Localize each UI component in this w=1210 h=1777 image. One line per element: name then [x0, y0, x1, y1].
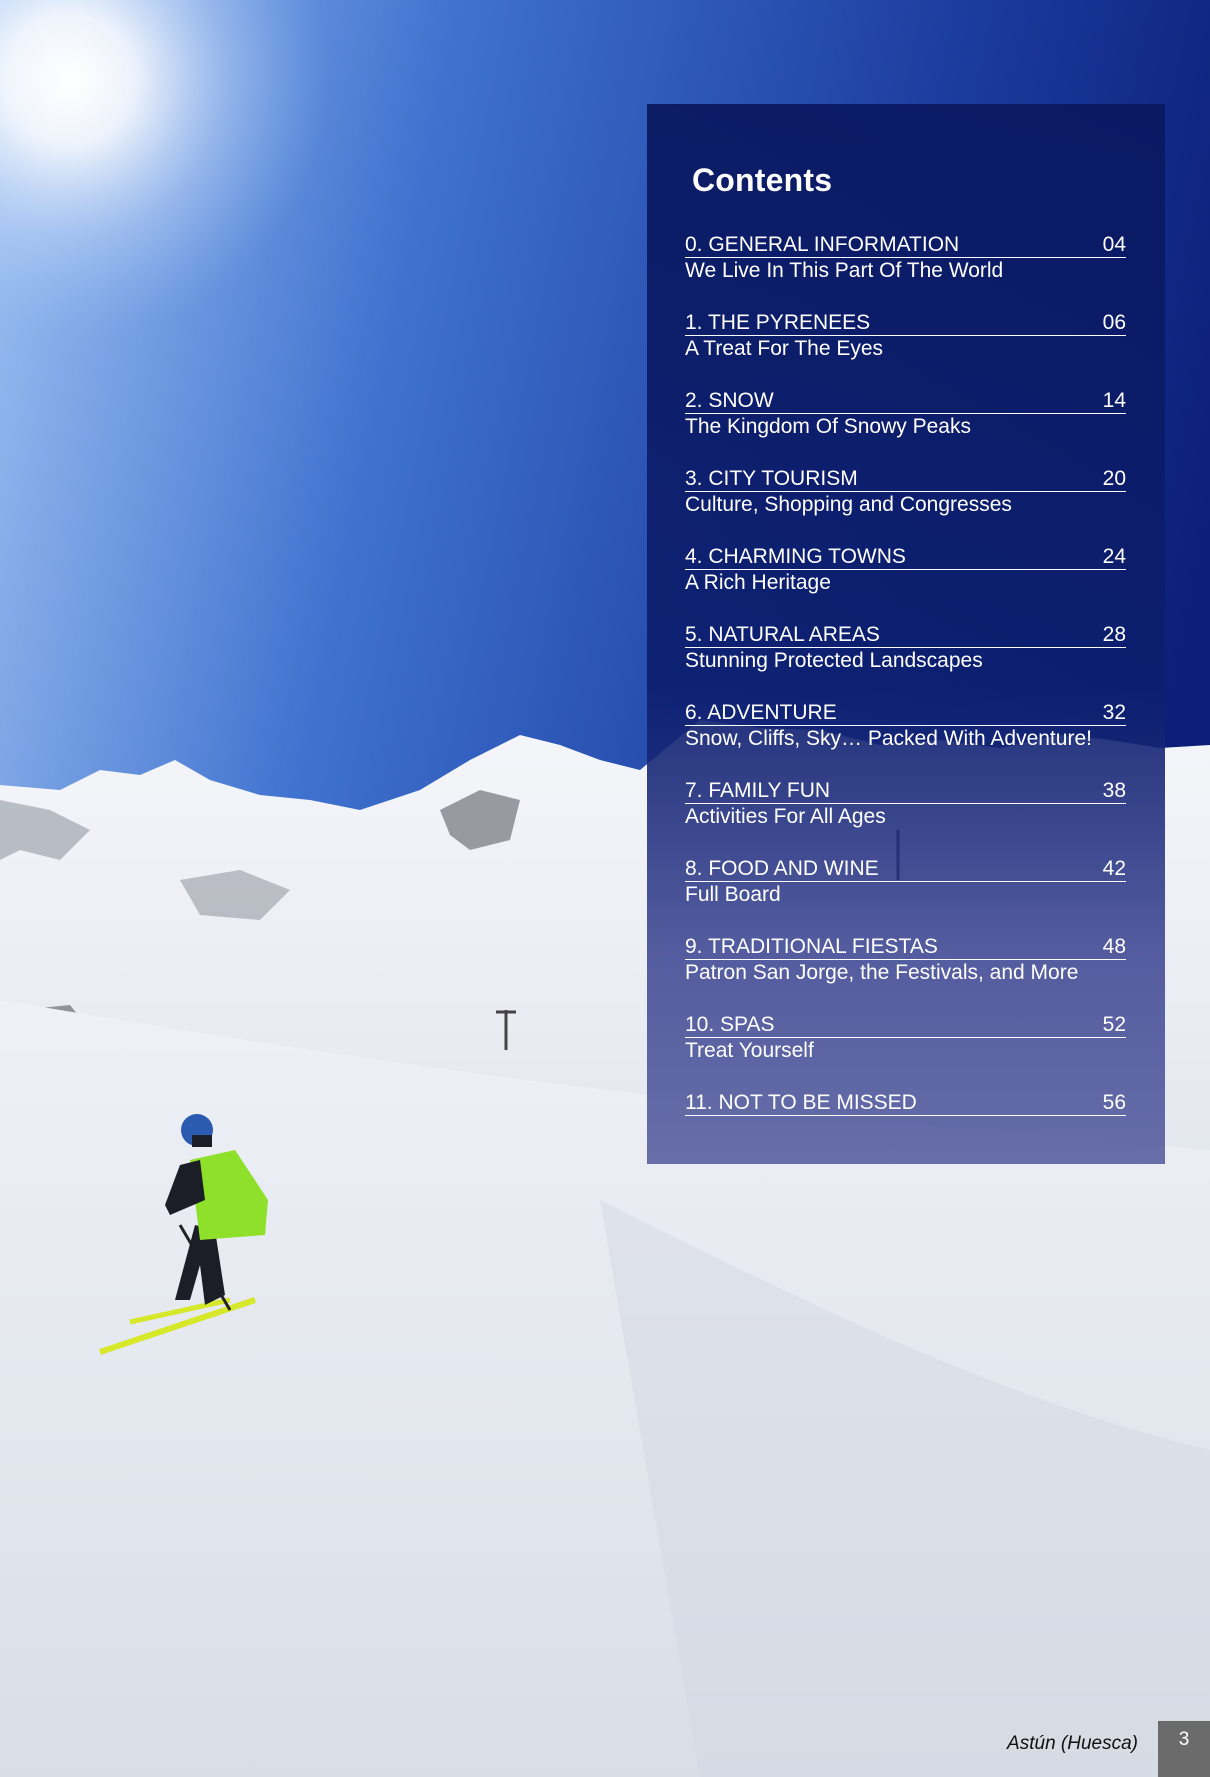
toc-entry-heading: 11. NOT TO BE MISSED: [685, 1091, 917, 1114]
contents-title: Contents: [692, 162, 833, 198]
toc-entry-heading: 8. FOOD AND WINE: [685, 857, 879, 880]
toc-entry-charming-towns[interactable]: 4. CHARMING TOWNS 24 A Rich Heritage: [685, 544, 1126, 622]
toc-entry-subtitle: Culture, Shopping and Congresses: [685, 493, 1012, 516]
toc-entry-subtitle: Patron San Jorge, the Festivals, and Mor…: [685, 961, 1079, 984]
contents-panel: Contents 0. GENERAL INFORMATION 04 We Li…: [647, 104, 1165, 1164]
toc-entry-subtitle: Snow, Cliffs, Sky… Packed With Adventure…: [685, 727, 1092, 750]
toc-entry-header: 6. ADVENTURE 32: [685, 700, 1126, 726]
toc-entry-header: 5. NATURAL AREAS 28: [685, 622, 1126, 648]
toc-entry-page: 28: [1102, 623, 1126, 646]
toc-entry-heading: 10. SPAS: [685, 1013, 775, 1036]
toc-entry-subtitle: Activities For All Ages: [685, 805, 886, 828]
toc-entry-heading: 9. TRADITIONAL FIESTAS: [685, 935, 938, 958]
toc-entry-subtitle: Stunning Protected Landscapes: [685, 649, 983, 672]
toc-entry-not-to-be-missed[interactable]: 11. NOT TO BE MISSED 56: [685, 1090, 1126, 1168]
toc-entry-page: 42: [1102, 857, 1126, 880]
toc-entry-page: 38: [1102, 779, 1126, 802]
page-number: 3: [1158, 1721, 1210, 1777]
toc-entry-family-fun[interactable]: 7. FAMILY FUN 38 Activities For All Ages: [685, 778, 1126, 856]
toc-entry-heading: 2. SNOW: [685, 389, 774, 412]
toc-entry-heading: 4. CHARMING TOWNS: [685, 545, 906, 568]
toc-entry-heading: 5. NATURAL AREAS: [685, 623, 880, 646]
toc-entry-heading: 6. ADVENTURE: [685, 701, 837, 724]
toc-entry-page: 32: [1102, 701, 1126, 724]
contents-list: 0. GENERAL INFORMATION 04 We Live In Thi…: [685, 232, 1126, 1168]
toc-entry-subtitle: A Treat For The Eyes: [685, 337, 884, 360]
toc-entry-heading: 7. FAMILY FUN: [685, 779, 831, 802]
toc-entry-page: 20: [1102, 467, 1126, 490]
toc-entry-general-information[interactable]: 0. GENERAL INFORMATION 04 We Live In Thi…: [685, 232, 1126, 310]
toc-entry-city-tourism[interactable]: 3. CITY TOURISM 20 Culture, Shopping and…: [685, 466, 1126, 544]
toc-entry-subtitle: Full Board: [685, 883, 781, 906]
toc-entry-adventure[interactable]: 6. ADVENTURE 32 Snow, Cliffs, Sky… Packe…: [685, 700, 1126, 778]
toc-entry-header: 3. CITY TOURISM 20: [685, 466, 1126, 492]
toc-entry-page: 24: [1102, 545, 1126, 568]
toc-entry-page: 48: [1102, 935, 1126, 958]
toc-entry-snow[interactable]: 2. SNOW 14 The Kingdom Of Snowy Peaks: [685, 388, 1126, 466]
toc-entry-traditional-fiestas[interactable]: 9. TRADITIONAL FIESTAS 48 Patron San Jor…: [685, 934, 1126, 1012]
toc-entry-header: 11. NOT TO BE MISSED 56: [685, 1090, 1126, 1116]
toc-entry-subtitle: Treat Yourself: [685, 1039, 814, 1062]
toc-entry-header: 10. SPAS 52: [685, 1012, 1126, 1038]
toc-entry-spas[interactable]: 10. SPAS 52 Treat Yourself: [685, 1012, 1126, 1090]
toc-entry-subtitle: A Rich Heritage: [685, 571, 831, 594]
toc-entry-header: 2. SNOW 14: [685, 388, 1126, 414]
toc-entry-page: 04: [1102, 233, 1126, 256]
toc-entry-subtitle: We Live In This Part Of The World: [685, 259, 1004, 282]
toc-entry-header: 4. CHARMING TOWNS 24: [685, 544, 1126, 570]
toc-entry-heading: 1. THE PYRENEES: [685, 311, 871, 334]
toc-entry-page: 06: [1102, 311, 1126, 334]
toc-entry-subtitle: The Kingdom Of Snowy Peaks: [685, 415, 971, 438]
toc-entry-food-and-wine[interactable]: 8. FOOD AND WINE 42 Full Board: [685, 856, 1126, 934]
toc-entry-pyrenees[interactable]: 1. THE PYRENEES 06 A Treat For The Eyes: [685, 310, 1126, 388]
toc-entry-page: 52: [1102, 1013, 1126, 1036]
toc-entry-header: 7. FAMILY FUN 38: [685, 778, 1126, 804]
toc-entry-header: 9. TRADITIONAL FIESTAS 48: [685, 934, 1126, 960]
toc-entry-header: 8. FOOD AND WINE 42: [685, 856, 1126, 882]
toc-entry-heading: 0. GENERAL INFORMATION: [685, 233, 960, 256]
toc-entry-natural-areas[interactable]: 5. NATURAL AREAS 28 Stunning Protected L…: [685, 622, 1126, 700]
toc-entry-heading: 3. CITY TOURISM: [685, 467, 858, 490]
toc-entry-page: 56: [1102, 1091, 1126, 1114]
toc-entry-page: 14: [1102, 389, 1126, 412]
toc-entry-header: 0. GENERAL INFORMATION 04: [685, 232, 1126, 258]
toc-entry-header: 1. THE PYRENEES 06: [685, 310, 1126, 336]
photo-caption: Astún (Huesca): [1007, 1733, 1138, 1754]
